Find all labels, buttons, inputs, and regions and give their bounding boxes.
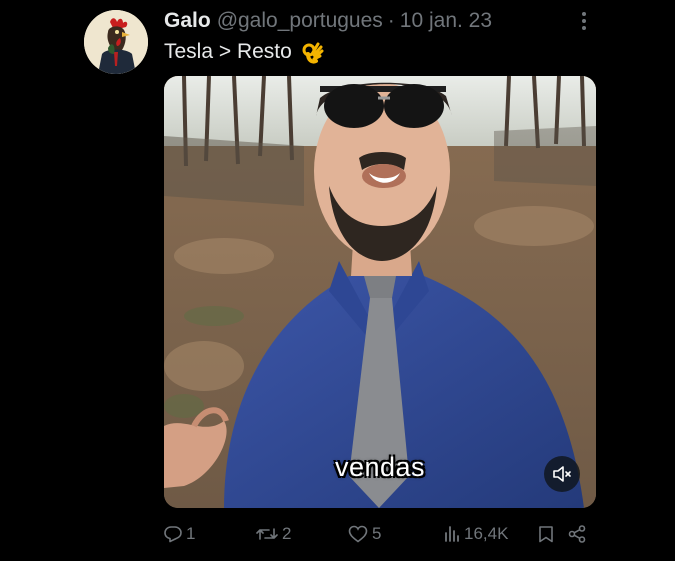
video-frame [164, 76, 596, 508]
like-button[interactable]: 5 [348, 522, 381, 546]
repost-icon [256, 528, 278, 540]
repost-count: 2 [282, 524, 292, 543]
tweet-text-content: Tesla > Resto [164, 40, 292, 63]
repost-button[interactable]: 2 [256, 522, 291, 546]
more-options-icon[interactable] [575, 10, 593, 32]
separator: · [387, 9, 395, 32]
user-handle[interactable]: @galo_portugues [217, 9, 383, 33]
video-caption: vendas [334, 452, 426, 482]
post-date[interactable]: 10 jan. 23 [400, 9, 492, 33]
reply-count: 1 [186, 524, 196, 543]
bookmark-icon [539, 526, 553, 543]
tweet[interactable]: Galo @galo_portugues · 10 jan. 23 Tesla … [0, 0, 675, 561]
video-player[interactable]: vendas [164, 76, 596, 508]
bookmark-button[interactable] [538, 522, 554, 546]
like-count: 5 [372, 524, 382, 543]
views-button[interactable]: 16,4K [444, 522, 508, 546]
display-name[interactable]: Galo [164, 9, 211, 33]
views-count: 16,4K [464, 524, 509, 543]
ok-hand-emoji [300, 40, 324, 64]
reply-button[interactable]: 1 [164, 522, 195, 546]
volume-muted-icon[interactable] [544, 456, 580, 492]
share-icon [568, 525, 586, 543]
action-bar: 1 2 5 16,4K [160, 522, 596, 546]
reply-icon [164, 526, 182, 543]
share-button[interactable] [568, 522, 586, 546]
views-icon [445, 526, 459, 542]
avatar[interactable] [84, 10, 148, 74]
like-icon [348, 525, 368, 543]
tweet-text: Tesla > Resto [164, 40, 324, 64]
rooster-icon [84, 10, 148, 74]
